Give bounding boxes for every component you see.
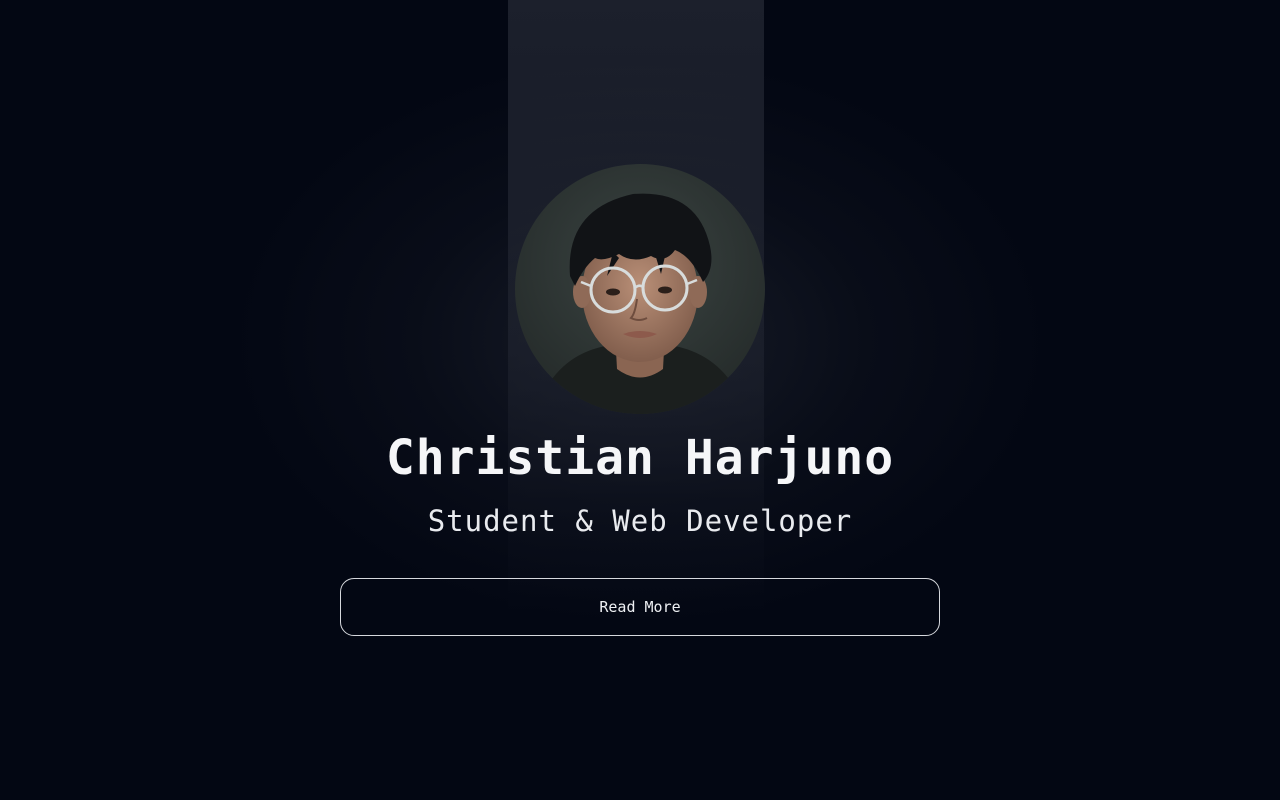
hero-section: Christian Harjuno Student & Web Develope… (0, 0, 1280, 800)
profile-role: Student & Web Developer (427, 504, 853, 538)
profile-name: Christian Harjuno (385, 430, 895, 486)
avatar-portrait-image (515, 164, 765, 414)
read-more-button[interactable]: Read More (340, 578, 940, 636)
avatar (515, 164, 765, 414)
